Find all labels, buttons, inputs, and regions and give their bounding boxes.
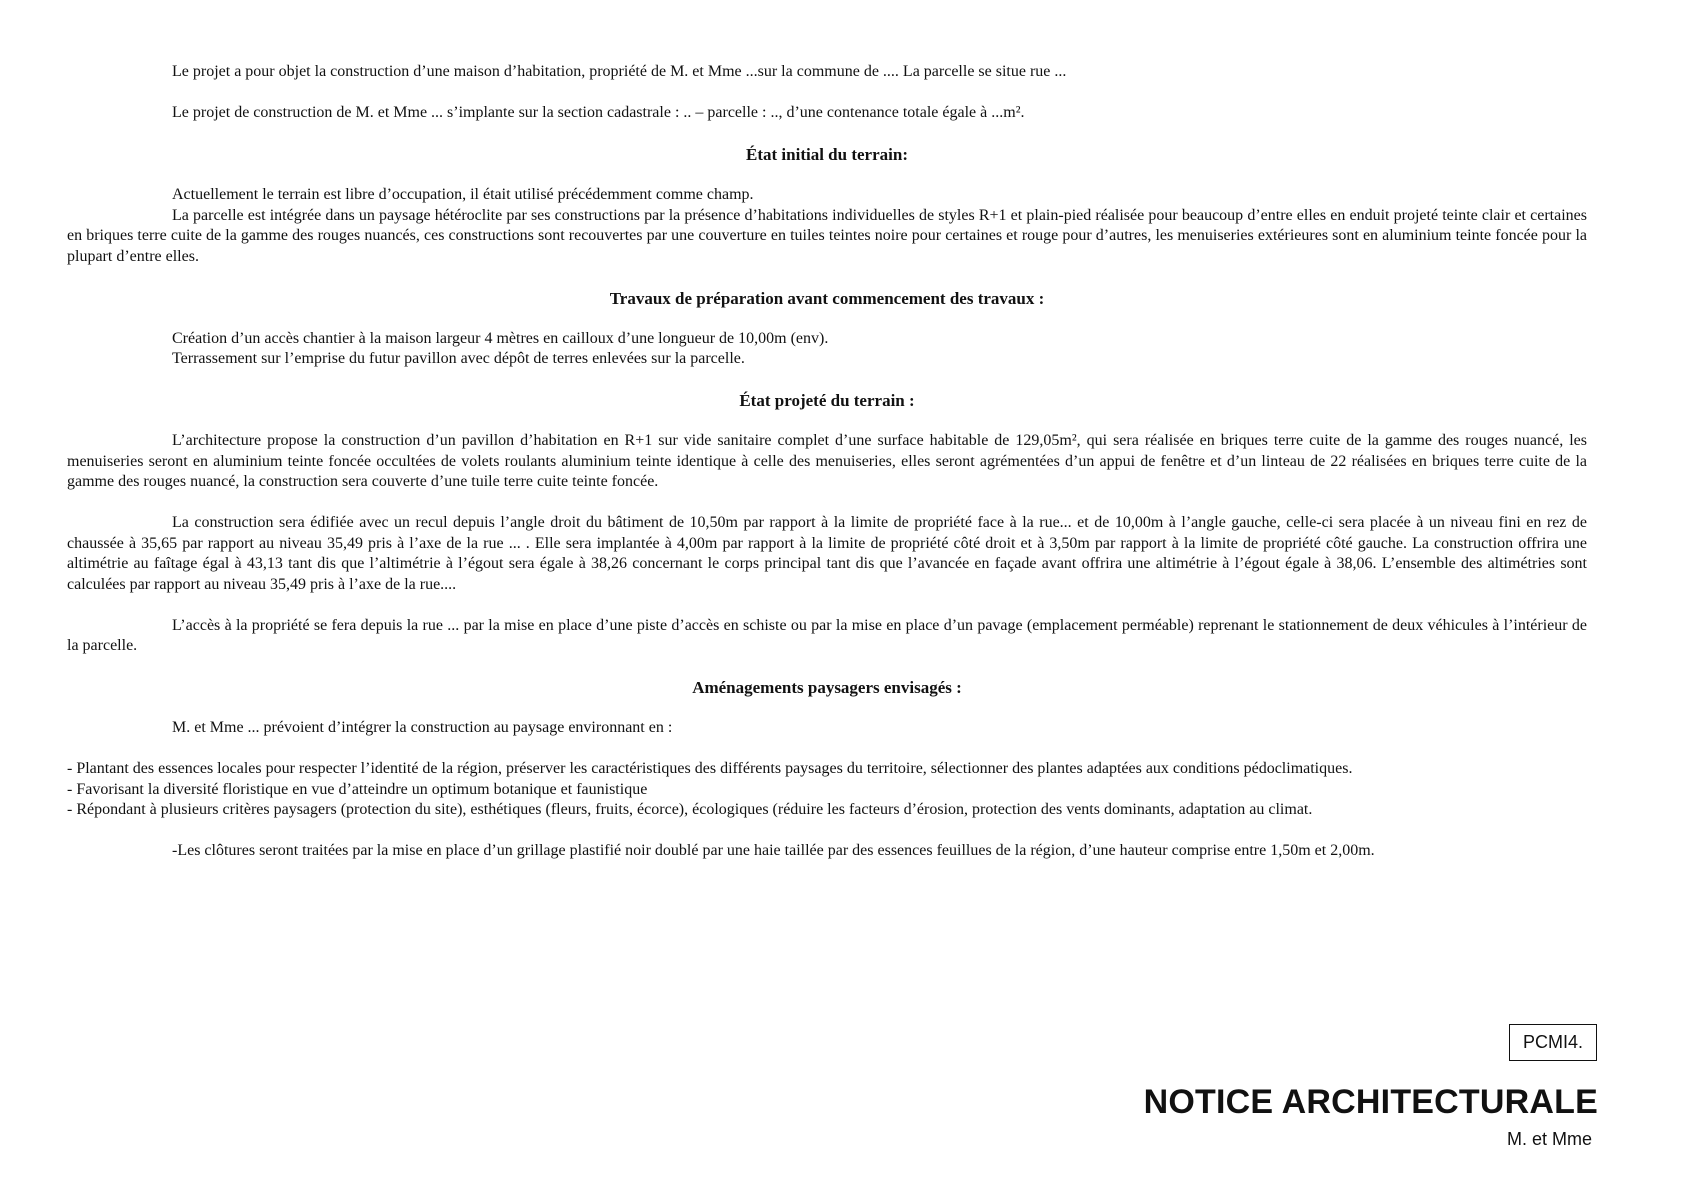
list-item: - Plantant des essences locales pour res… <box>67 760 1353 777</box>
amenagements-intro: M. et Mme ... prévoient d’intégrer la co… <box>172 719 673 736</box>
document-owner: M. et Mme <box>1506 1129 1592 1149</box>
intro-paragraph-2: Le projet de construction de M. et Mme .… <box>172 104 1025 121</box>
document-title: NOTICE ARCHITECTURALE <box>1143 1083 1598 1121</box>
heading-amenagements: Aménagements paysagers envisagés : <box>692 678 962 697</box>
clotures-paragraph: -Les clôtures seront traitées par la mis… <box>172 842 1375 859</box>
heading-etat-initial: État initial du terrain: <box>746 145 908 164</box>
document-reference-box: PCMI4. <box>1509 1024 1597 1061</box>
travaux-line-2: Terrassement sur l’emprise du futur pavi… <box>172 350 745 367</box>
heading-travaux: Travaux de préparation avant commencemen… <box>609 288 1045 308</box>
etat-projete-paragraph-2: La construction sera édifiée avec un rec… <box>67 514 1587 593</box>
etat-initial-paragraph: La parcelle est intégrée dans un paysage… <box>67 206 1587 265</box>
etat-initial-line-1: Actuellement le terrain est libre d’occu… <box>172 186 754 203</box>
etat-projete-paragraph-1: L’architecture propose la construction d… <box>67 432 1587 490</box>
list-item: - Favorisant la diversité floristique en… <box>67 780 648 798</box>
list-item: - Répondant à plusieurs critères paysage… <box>67 801 1313 818</box>
intro-paragraph-1: Le projet a pour objet la construction d… <box>172 63 1067 80</box>
etat-projete-paragraph-3: L’accès à la propriété se fera depuis la… <box>67 616 1587 655</box>
notice-body: Le projet a pour objet la construction d… <box>67 62 1587 862</box>
heading-etat-projete: État projeté du terrain : <box>739 391 915 410</box>
travaux-line-1: Création d’un accès chantier à la maison… <box>172 329 829 347</box>
amenagements-list: - Plantant des essences locales pour res… <box>67 759 1587 821</box>
